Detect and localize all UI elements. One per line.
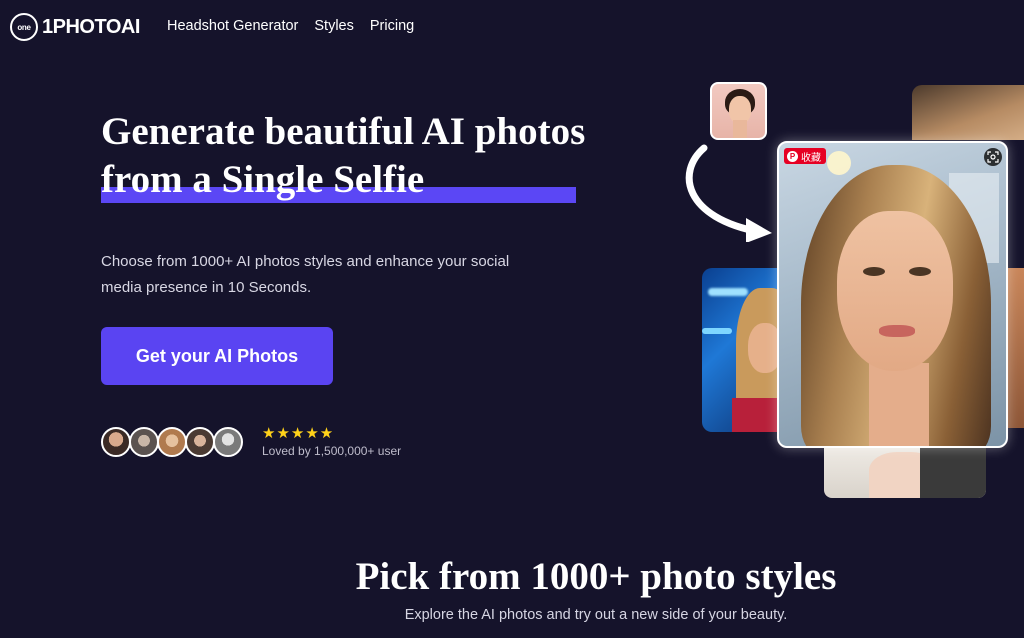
sample-photo-right-edge (1008, 268, 1024, 428)
avatar (157, 427, 187, 457)
nav-link-headshot-generator[interactable]: Headshot Generator (167, 18, 298, 34)
visual-search-icon (987, 151, 999, 163)
user-avatars (101, 427, 243, 457)
hero-title-line-2: from a Single Selfie (101, 158, 425, 201)
nav-links: Headshot Generator Styles Pricing (167, 18, 414, 34)
pinterest-save-button[interactable]: P 收藏 (784, 148, 826, 164)
avatar (185, 427, 215, 457)
sample-photo-top-right (912, 85, 1024, 140)
logo-icon: one (10, 13, 38, 41)
avatar (129, 427, 159, 457)
logo[interactable]: one 1PHOTOAI (10, 11, 140, 43)
logo-text: 1PHOTOAI (42, 15, 140, 38)
get-ai-photos-button[interactable]: Get your AI Photos (101, 327, 333, 385)
nav-link-styles[interactable]: Styles (314, 18, 354, 34)
top-nav: one 1PHOTOAI Headshot Generator Styles P… (0, 0, 1024, 54)
generated-photo-main (777, 141, 1008, 448)
sample-photo-bottom (824, 444, 986, 498)
social-proof-text: Loved by 1,500,000+ user (262, 444, 402, 458)
hero-title: Generate beautiful AI photos from a Sing… (101, 108, 585, 204)
styles-section-title: Pick from 1000+ photo styles (355, 555, 837, 598)
star-rating: ★★★★★ (262, 425, 335, 442)
hero-title-line-1: Generate beautiful AI photos (101, 110, 586, 153)
selfie-thumbnail (710, 82, 767, 140)
styles-section-subtitle: Explore the AI photos and try out a new … (404, 607, 788, 623)
pin-label: 收藏 (801, 152, 821, 164)
nav-link-pricing[interactable]: Pricing (370, 18, 414, 34)
pinterest-icon: P (787, 150, 798, 162)
avatar (101, 427, 131, 457)
hero-subtitle: Choose from 1000+ AI photos styles and e… (101, 253, 510, 296)
avatar (213, 427, 243, 457)
curved-arrow-icon (685, 144, 772, 242)
visual-search-button[interactable] (984, 148, 1002, 166)
